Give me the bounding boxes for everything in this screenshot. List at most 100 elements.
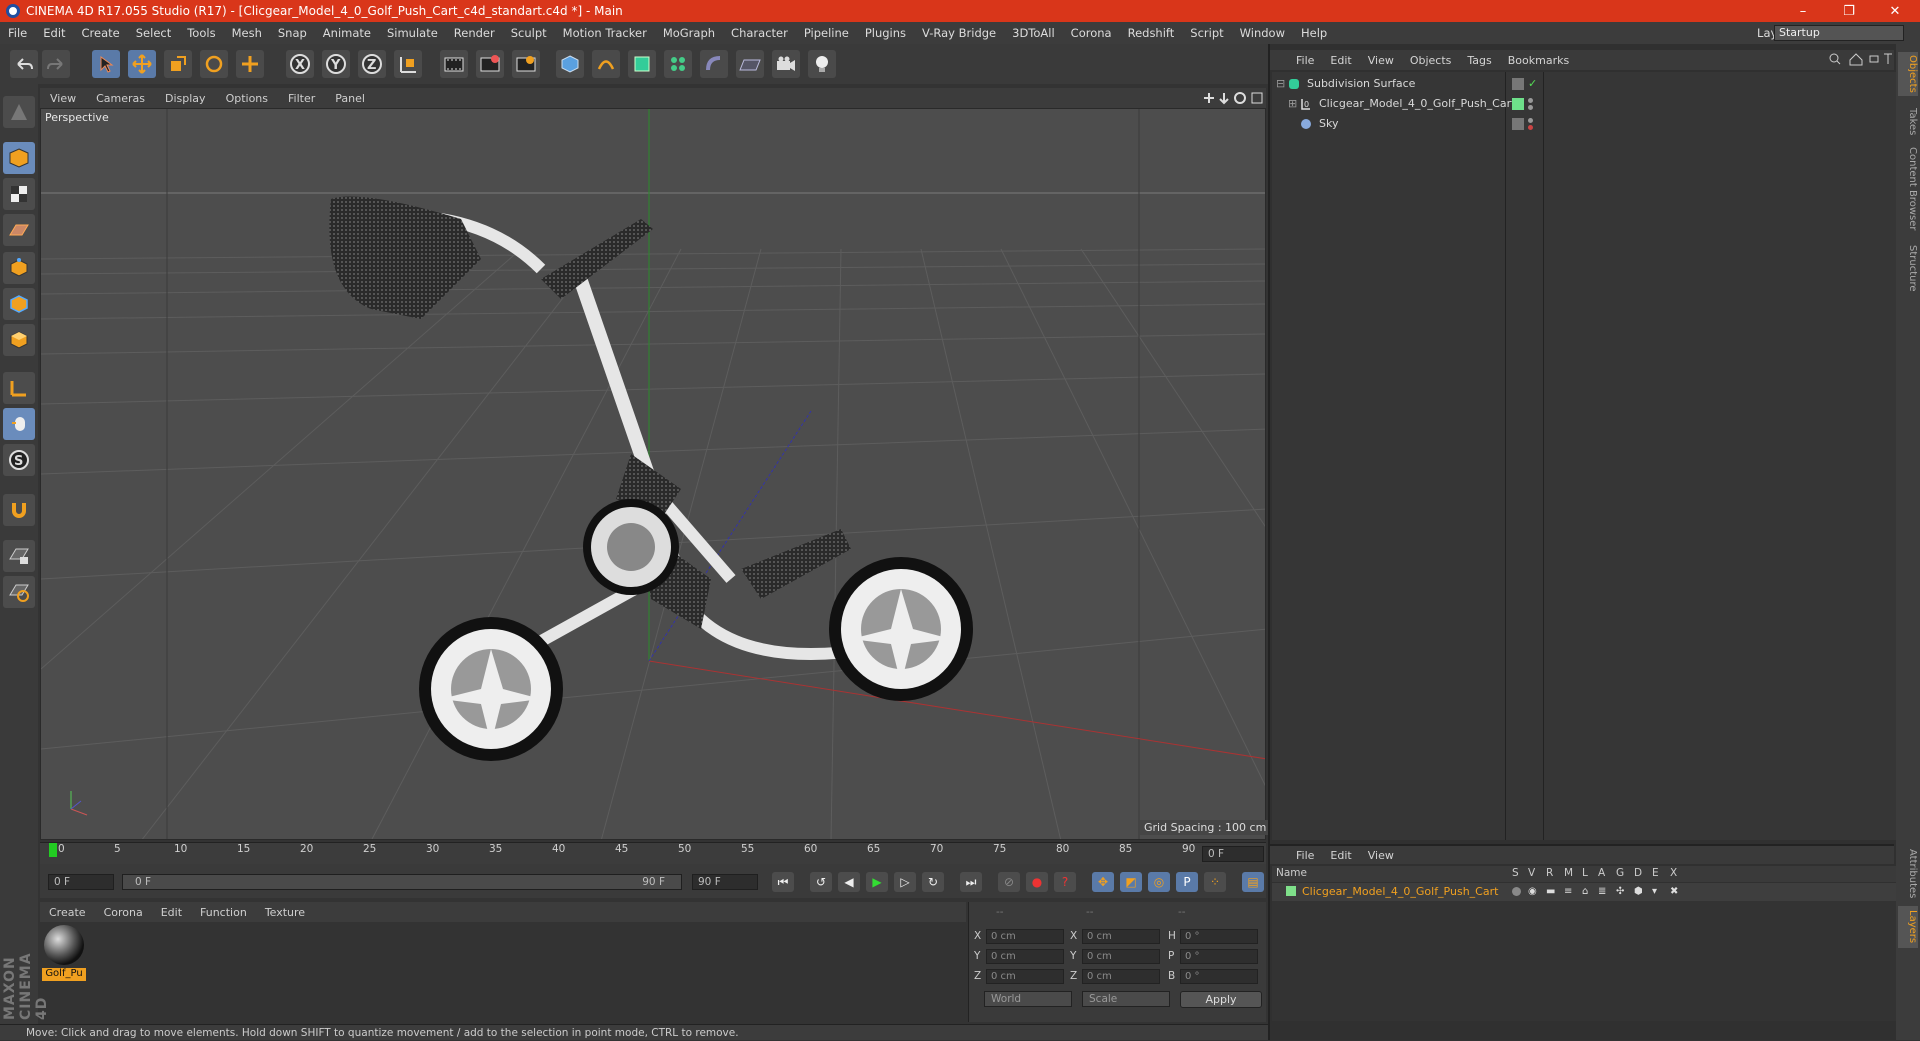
axis-mode-icon[interactable]	[3, 372, 35, 404]
material-menu-create[interactable]: Create	[40, 906, 95, 919]
select-arrow-icon[interactable]	[92, 50, 120, 78]
object-name[interactable]: Subdivision Surface	[1307, 77, 1415, 90]
undo-icon[interactable]	[10, 50, 38, 78]
lock-workplane-icon[interactable]	[3, 540, 35, 572]
menu-vray-bridge[interactable]: V-Ray Bridge	[914, 26, 1004, 40]
render-dot-icon[interactable]	[1528, 125, 1533, 130]
size-z-field[interactable]: 0 cm	[1082, 969, 1160, 984]
autokey-icon[interactable]: ?	[1054, 872, 1076, 892]
expand-icon[interactable]: ⊞	[1288, 97, 1300, 110]
model-mode-icon[interactable]	[3, 142, 35, 174]
key-scale-icon[interactable]: ◩	[1120, 872, 1142, 892]
size-y-field[interactable]: 0 cm	[1082, 949, 1160, 964]
viewport-menu-panel[interactable]: Panel	[325, 92, 375, 105]
x-axis-icon[interactable]: X	[286, 50, 314, 78]
side-tab-content-browser[interactable]: Content Browser	[1898, 146, 1918, 232]
make-editable-icon[interactable]	[3, 96, 35, 128]
goto-start-icon[interactable]: ⏮	[772, 872, 794, 892]
menu-3dtoall[interactable]: 3DToAll	[1004, 26, 1063, 40]
viewport-navigation-icons[interactable]	[1200, 90, 1264, 106]
object-row[interactable]: Sky	[1272, 114, 1896, 133]
maximize-button[interactable]: ❐	[1826, 0, 1872, 22]
menu-simulate[interactable]: Simulate	[379, 26, 446, 40]
viewport-menu-options[interactable]: Options	[216, 92, 278, 105]
layer-generator-icon[interactable]: ✣	[1616, 886, 1624, 897]
menu-pipeline[interactable]: Pipeline	[796, 26, 857, 40]
layer-render-icon[interactable]: ▬	[1546, 886, 1555, 897]
material-menu-texture[interactable]: Texture	[256, 906, 314, 919]
y-axis-icon[interactable]: Y	[322, 50, 350, 78]
layer-menu-edit[interactable]: Edit	[1322, 849, 1359, 862]
layer-color-tag[interactable]	[1512, 97, 1524, 110]
menu-sculpt[interactable]: Sculpt	[503, 26, 555, 40]
object-row[interactable]: ⊟ Subdivision Surface ✓	[1272, 74, 1896, 93]
layer-color-swatch[interactable]	[1286, 886, 1296, 896]
timeline-ruler[interactable]	[40, 842, 1266, 864]
menu-window[interactable]: Window	[1232, 26, 1293, 40]
layer-deformer-icon[interactable]: ⬢	[1634, 886, 1643, 897]
side-tab-objects[interactable]: Objects	[1898, 52, 1918, 96]
layer-view-eye-icon[interactable]: ◉	[1528, 886, 1537, 897]
layer-expression-icon[interactable]: ▾	[1652, 886, 1657, 897]
object-row[interactable]: ⊞ 0 Clicgear_Model_4_0_Golf_Push_Cart	[1272, 94, 1896, 113]
snap-magnet-icon[interactable]	[3, 494, 35, 526]
move-icon[interactable]	[128, 50, 156, 78]
object-menu-view[interactable]: View	[1360, 54, 1402, 67]
coordinate-system-icon[interactable]	[394, 50, 422, 78]
size-mode-select[interactable]: Scale	[1082, 991, 1170, 1007]
redo-icon[interactable]	[42, 50, 70, 78]
position-z-field[interactable]: 0 cm	[986, 969, 1064, 984]
minimize-button[interactable]: –	[1780, 0, 1826, 22]
close-button[interactable]: ✕	[1872, 0, 1918, 22]
editor-visibility-toggle[interactable]	[1512, 77, 1524, 90]
menu-motion-tracker[interactable]: Motion Tracker	[555, 26, 655, 40]
start-frame-field[interactable]: 0 F	[48, 874, 114, 890]
deformer-icon[interactable]	[700, 50, 728, 78]
position-x-field[interactable]: 0 cm	[986, 929, 1064, 944]
layer-solo-toggle[interactable]	[1512, 887, 1521, 896]
workplane-icon[interactable]	[3, 214, 35, 246]
object-manager-tools-icons[interactable]	[1828, 52, 1894, 66]
collapse-icon[interactable]: ⊟	[1276, 77, 1288, 90]
rotation-p-field[interactable]: 0 °	[1180, 949, 1258, 964]
viewport-menu-view[interactable]: View	[40, 92, 86, 105]
side-tab-takes[interactable]: Takes	[1898, 104, 1918, 140]
visibility-dot-icon[interactable]	[1528, 118, 1533, 123]
menu-edit[interactable]: Edit	[35, 26, 73, 40]
material-menu-function[interactable]: Function	[191, 906, 256, 919]
render-settings-icon[interactable]	[512, 50, 540, 78]
render-picture-viewer-icon[interactable]	[476, 50, 504, 78]
menu-corona[interactable]: Corona	[1063, 26, 1120, 40]
visibility-dot-icon[interactable]	[1528, 98, 1533, 103]
menu-create[interactable]: Create	[74, 26, 128, 40]
perspective-viewport[interactable]	[40, 108, 1266, 840]
layer-menu-view[interactable]: View	[1360, 849, 1402, 862]
key-pla-icon[interactable]: ⁘	[1204, 872, 1226, 892]
frame-range-slider[interactable]: 0 F 90 F	[122, 874, 682, 890]
object-menu-tags[interactable]: Tags	[1459, 54, 1499, 67]
menu-render[interactable]: Render	[446, 26, 503, 40]
menu-file[interactable]: File	[0, 26, 35, 40]
menu-snap[interactable]: Snap	[270, 26, 315, 40]
floor-icon[interactable]	[736, 50, 764, 78]
current-frame-marker[interactable]	[49, 843, 57, 857]
rotation-b-field[interactable]: 0 °	[1180, 969, 1258, 984]
layer-xref-icon[interactable]: ✖	[1670, 886, 1678, 897]
prev-frame-icon[interactable]: ◀	[838, 872, 860, 892]
record-icon[interactable]: ●	[1026, 872, 1048, 892]
editor-visibility-toggle[interactable]	[1512, 117, 1524, 130]
side-tab-layers[interactable]: Layers	[1898, 906, 1918, 948]
polygons-mode-icon[interactable]	[3, 324, 35, 356]
layer-lock-icon[interactable]: ⌂	[1582, 886, 1588, 897]
rotation-h-field[interactable]: 0 °	[1180, 929, 1258, 944]
menu-mograph[interactable]: MoGraph	[655, 26, 723, 40]
end-frame-field[interactable]: 90 F	[692, 874, 758, 890]
menu-mesh[interactable]: Mesh	[224, 26, 270, 40]
menu-character[interactable]: Character	[723, 26, 796, 40]
rotate-icon[interactable]	[200, 50, 228, 78]
points-mode-icon[interactable]	[3, 252, 35, 284]
menu-tools[interactable]: Tools	[179, 26, 223, 40]
transform-icon[interactable]	[236, 50, 264, 78]
coordinate-space-select[interactable]: World	[984, 991, 1072, 1007]
current-frame-field[interactable]: 0 F	[1202, 846, 1264, 862]
